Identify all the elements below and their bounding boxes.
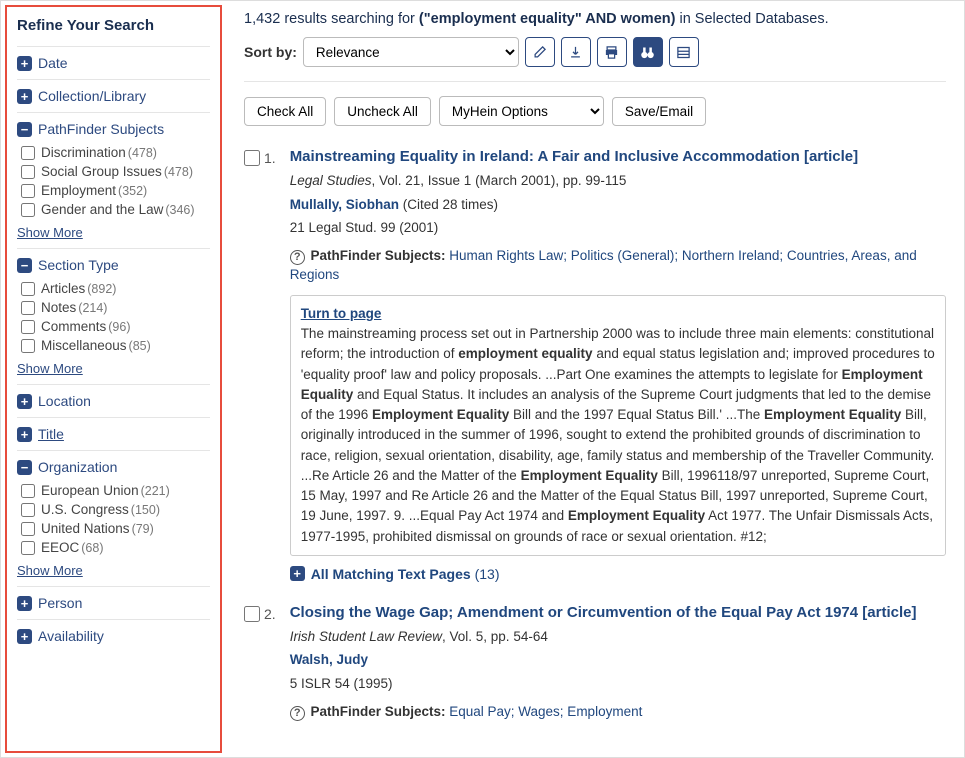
print-icon[interactable] bbox=[597, 37, 627, 67]
checkbox[interactable] bbox=[21, 146, 35, 160]
uncheck-all-button[interactable]: Uncheck All bbox=[334, 97, 431, 126]
facet-item[interactable]: Gender and the Law (346) bbox=[21, 202, 210, 217]
checkbox[interactable] bbox=[21, 503, 35, 517]
snippet-box: Turn to page The mainstreaming process s… bbox=[290, 295, 946, 556]
facet-date[interactable]: Date bbox=[17, 55, 210, 71]
checkbox[interactable] bbox=[21, 203, 35, 217]
result-number: 2. bbox=[264, 606, 276, 622]
checkbox[interactable] bbox=[21, 541, 35, 555]
facet-pathfinder[interactable]: PathFinder Subjects bbox=[17, 121, 210, 137]
show-more-link[interactable]: Show More bbox=[17, 361, 83, 376]
checkbox[interactable] bbox=[21, 339, 35, 353]
results-count: 1,432 results searching for ("employment… bbox=[244, 11, 946, 27]
facet-item[interactable]: United Nations (79) bbox=[21, 521, 210, 536]
result-checkbox[interactable] bbox=[244, 606, 260, 622]
all-matching-pages-link[interactable]: All Matching Text Pages (13) bbox=[290, 566, 946, 582]
edit-icon[interactable] bbox=[525, 37, 555, 67]
list-view-icon[interactable] bbox=[669, 37, 699, 67]
facet-item[interactable]: U.S. Congress (150) bbox=[21, 502, 210, 517]
checkbox[interactable] bbox=[21, 484, 35, 498]
facet-organization[interactable]: Organization bbox=[17, 459, 210, 475]
facet-item[interactable]: Discrimination (478) bbox=[21, 145, 210, 160]
plus-icon bbox=[17, 596, 32, 611]
checkbox[interactable] bbox=[21, 165, 35, 179]
minus-icon bbox=[17, 122, 32, 137]
plus-icon bbox=[17, 56, 32, 71]
result-journal: Legal Studies, Vol. 21, Issue 1 (March 2… bbox=[290, 171, 946, 191]
result-title[interactable]: Mainstreaming Equality in Ireland: A Fai… bbox=[290, 148, 946, 165]
result-title[interactable]: Closing the Wage Gap; Amendment or Circu… bbox=[290, 604, 946, 621]
result-item: 2. Closing the Wage Gap; Amendment or Ci… bbox=[244, 604, 946, 725]
plus-icon bbox=[17, 629, 32, 644]
facet-item[interactable]: Articles (892) bbox=[21, 281, 210, 296]
facet-item[interactable]: Miscellaneous (85) bbox=[21, 338, 210, 353]
facet-item[interactable]: Comments (96) bbox=[21, 319, 210, 334]
help-icon[interactable]: ? bbox=[290, 250, 305, 265]
result-author: Walsh, Judy bbox=[290, 650, 946, 670]
result-item: 1. Mainstreaming Equality in Ireland: A … bbox=[244, 148, 946, 582]
sort-select[interactable]: Relevance bbox=[303, 37, 519, 67]
checkbox[interactable] bbox=[21, 320, 35, 334]
checkbox[interactable] bbox=[21, 282, 35, 296]
binoculars-icon[interactable] bbox=[633, 37, 663, 67]
result-citation: 21 Legal Stud. 99 (2001) bbox=[290, 218, 946, 238]
facet-person[interactable]: Person bbox=[17, 595, 210, 611]
checkbox[interactable] bbox=[21, 522, 35, 536]
help-icon[interactable]: ? bbox=[290, 706, 305, 721]
result-author: Mullally, Siobhan (Cited 28 times) bbox=[290, 195, 946, 215]
facet-location[interactable]: Location bbox=[17, 393, 210, 409]
plus-icon bbox=[17, 427, 32, 442]
facet-item[interactable]: Social Group Issues (478) bbox=[21, 164, 210, 179]
minus-icon bbox=[17, 460, 32, 475]
result-journal: Irish Student Law Review, Vol. 5, pp. 54… bbox=[290, 627, 946, 647]
save-email-button[interactable]: Save/Email bbox=[612, 97, 706, 126]
sidebar-title: Refine Your Search bbox=[17, 17, 210, 34]
checkbox[interactable] bbox=[21, 184, 35, 198]
results-main: 1,432 results searching for ("employment… bbox=[226, 1, 964, 757]
facet-title[interactable]: Title bbox=[17, 426, 210, 442]
sort-label: Sort by: bbox=[244, 44, 297, 60]
facet-item[interactable]: European Union (221) bbox=[21, 483, 210, 498]
refine-sidebar: Refine Your Search Date Collection/Libra… bbox=[5, 5, 222, 753]
plus-icon bbox=[290, 566, 305, 581]
facet-item[interactable]: EEOC (68) bbox=[21, 540, 210, 555]
facet-collection[interactable]: Collection/Library bbox=[17, 88, 210, 104]
result-citation: 5 ISLR 54 (1995) bbox=[290, 674, 946, 694]
pathfinder-row: ? PathFinder Subjects: Equal Pay; Wages;… bbox=[290, 702, 946, 722]
show-more-link[interactable]: Show More bbox=[17, 225, 83, 240]
check-all-button[interactable]: Check All bbox=[244, 97, 326, 126]
facet-availability[interactable]: Availability bbox=[17, 628, 210, 644]
plus-icon bbox=[17, 89, 32, 104]
facet-item[interactable]: Notes (214) bbox=[21, 300, 210, 315]
myhein-select[interactable]: MyHein Options bbox=[439, 96, 604, 126]
result-checkbox[interactable] bbox=[244, 150, 260, 166]
pathfinder-row: ? PathFinder Subjects: Human Rights Law;… bbox=[290, 246, 946, 285]
facet-section-type[interactable]: Section Type bbox=[17, 257, 210, 273]
facet-item[interactable]: Employment (352) bbox=[21, 183, 210, 198]
download-icon[interactable] bbox=[561, 37, 591, 67]
result-number: 1. bbox=[264, 150, 276, 166]
show-more-link[interactable]: Show More bbox=[17, 563, 83, 578]
turn-to-page-link[interactable]: Turn to page bbox=[301, 306, 382, 321]
minus-icon bbox=[17, 258, 32, 273]
plus-icon bbox=[17, 394, 32, 409]
checkbox[interactable] bbox=[21, 301, 35, 315]
